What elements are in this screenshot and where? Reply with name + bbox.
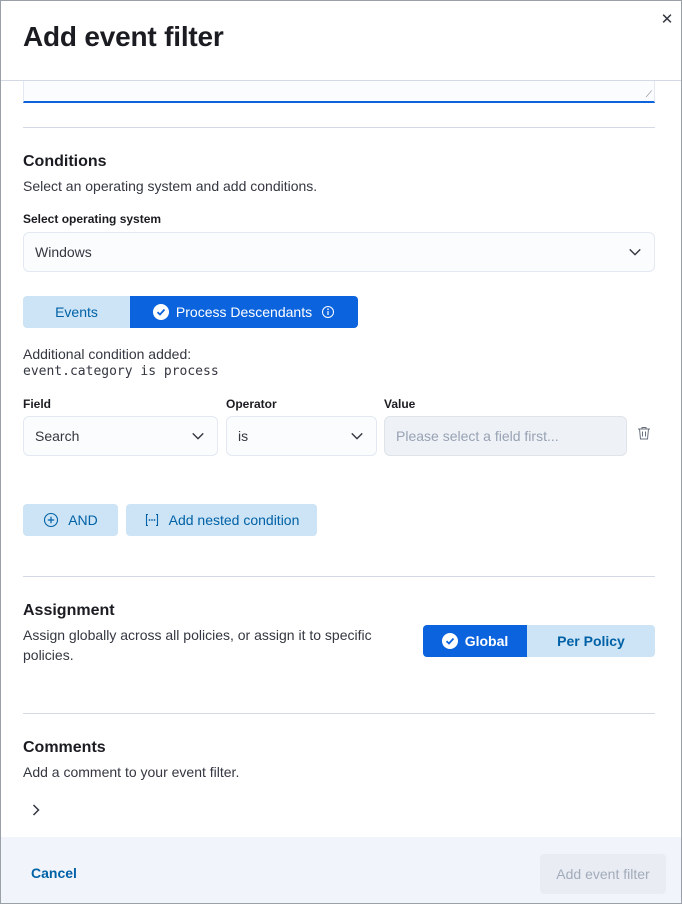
field-label: Field [23,397,52,411]
assignment-title: Assignment [23,602,115,619]
add-nested-condition-button[interactable]: Add nested condition [126,504,317,536]
trash-icon[interactable] [636,425,652,441]
value-input[interactable]: Please select a field first... [384,416,627,456]
operator-label: Operator [226,397,277,411]
event-type-button-group: Events Process Descendants [23,296,358,328]
add-nested-condition-label: Add nested condition [168,512,300,528]
conditions-description: Select an operating system and add condi… [23,178,318,194]
plus-circle-icon [44,512,59,528]
field-select[interactable]: Search [23,416,218,456]
divider [23,713,655,714]
flyout-header: Add event filter [1,1,681,81]
option-per-policy-label: Per Policy [557,633,625,649]
close-icon[interactable]: ✕ [657,9,677,29]
resize-handle-icon[interactable]: ⟋ [646,89,652,100]
page-title: Add event filter [23,21,224,52]
assignment-button-group: Global Per Policy [423,625,655,657]
flyout-footer: Cancel Add event filter [1,837,681,903]
nested-icon [145,513,158,527]
add-and-button[interactable]: AND [23,504,118,536]
flyout-panel: Add event filter ✕ ⟋ Conditions Select a… [0,0,682,904]
value-input-placeholder: Please select a field first... [396,428,559,444]
assignment-description: Assign globally across all policies, or … [23,627,372,663]
operator-select-value: is [238,428,249,444]
chevron-down-icon [629,248,641,256]
cancel-button[interactable]: Cancel [31,865,77,881]
option-per-policy[interactable]: Per Policy [527,625,655,657]
add-and-label: AND [68,512,98,528]
add-event-filter-button[interactable]: Add event filter [540,854,666,894]
option-global-label: Global [464,633,509,649]
tab-process-descendants-label: Process Descendants [175,304,313,320]
value-label: Value [384,397,416,411]
info-icon[interactable] [321,305,335,319]
check-circle-icon [441,633,458,649]
os-label: Select operating system [23,212,162,226]
chevron-down-icon [351,432,363,440]
conditions-title: Conditions [23,153,107,170]
os-select[interactable]: Windows [23,232,655,272]
description-textarea[interactable]: ⟋ [23,81,655,103]
check-circle-icon [152,304,169,320]
comments-description: Add a comment to your event filter. [23,764,240,780]
operator-select[interactable]: is [226,416,377,456]
os-select-value: Windows [35,244,92,260]
tab-process-descendants[interactable]: Process Descendants [130,296,358,328]
option-global[interactable]: Global [423,625,527,657]
tab-events[interactable]: Events [23,296,130,328]
tab-events-label: Events [55,304,98,320]
additional-condition-label: Additional condition added: [23,346,192,362]
field-select-value: Search [35,428,80,444]
divider [23,576,655,577]
flyout-body: ⟋ Conditions Select an operating system … [1,81,681,837]
divider [23,127,655,128]
comments-title: Comments [23,739,106,756]
chevron-down-icon [192,432,204,440]
chevron-right-icon[interactable] [29,803,43,817]
additional-condition-code: event.category is process [23,364,219,379]
